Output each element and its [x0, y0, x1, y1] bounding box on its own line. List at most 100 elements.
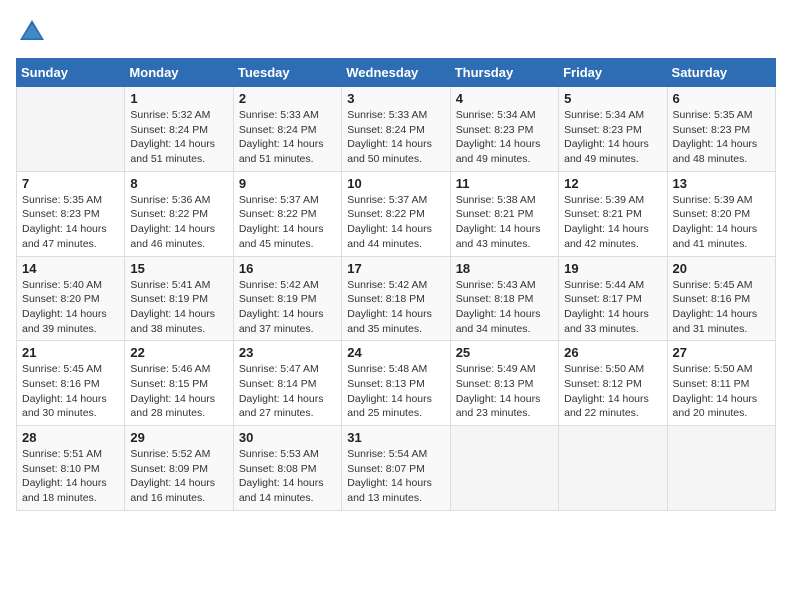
calendar-day-cell: 30 Sunrise: 5:53 AM Sunset: 8:08 PM Dayli… [233, 426, 341, 511]
calendar-week-row: 7Sunrise: 5:35 AM Sunset: 8:23 PM Daylig… [17, 171, 776, 256]
day-info: Sunrise: 5:53 AM Sunset: 8:08 PM Dayligh… [239, 447, 336, 506]
day-info: Sunrise: 5:33 AM Sunset: 8:24 PM Dayligh… [239, 108, 336, 167]
day-number: 26 [564, 345, 661, 360]
day-number: 12 [564, 176, 661, 191]
day-number: 22 [130, 345, 227, 360]
weekday-header-row: SundayMondayTuesdayWednesdayThursdayFrid… [17, 59, 776, 87]
day-number: 6 [673, 91, 770, 106]
calendar-day-cell: 18 Sunrise: 5:43 AM Sunset: 8:18 PM Dayli… [450, 256, 558, 341]
calendar-day-cell: 13Sunrise: 5:39 AM Sunset: 8:20 PM Dayli… [667, 171, 775, 256]
calendar-day-cell: 23 Sunrise: 5:47 AM Sunset: 8:14 PM Dayli… [233, 341, 341, 426]
day-info: Sunrise: 5:46 AM Sunset: 8:15 PM Dayligh… [130, 362, 227, 421]
calendar-day-cell: 19 Sunrise: 5:44 AM Sunset: 8:17 PM Dayli… [559, 256, 667, 341]
calendar-day-cell: 17 Sunrise: 5:42 AM Sunset: 8:18 PM Dayli… [342, 256, 450, 341]
weekday-header-cell: Tuesday [233, 59, 341, 87]
day-number: 1 [130, 91, 227, 106]
day-info: Sunrise: 5:37 AM Sunset: 8:22 PM Dayligh… [347, 193, 444, 252]
day-info: Sunrise: 5:34 AM Sunset: 8:23 PM Dayligh… [456, 108, 553, 167]
weekday-header-cell: Sunday [17, 59, 125, 87]
day-info: Sunrise: 5:50 AM Sunset: 8:12 PM Dayligh… [564, 362, 661, 421]
calendar-week-row: 21 Sunrise: 5:45 AM Sunset: 8:16 PM Dayli… [17, 341, 776, 426]
calendar-day-cell: 6 Sunrise: 5:35 AM Sunset: 8:23 PM Daylig… [667, 87, 775, 172]
day-number: 10 [347, 176, 444, 191]
calendar-day-cell: 15 Sunrise: 5:41 AM Sunset: 8:19 PM Dayli… [125, 256, 233, 341]
day-number: 4 [456, 91, 553, 106]
day-info: Sunrise: 5:50 AM Sunset: 8:11 PM Dayligh… [673, 362, 770, 421]
day-number: 15 [130, 261, 227, 276]
day-info: Sunrise: 5:44 AM Sunset: 8:17 PM Dayligh… [564, 278, 661, 337]
day-info: Sunrise: 5:42 AM Sunset: 8:18 PM Dayligh… [347, 278, 444, 337]
day-number: 21 [22, 345, 119, 360]
calendar-table: SundayMondayTuesdayWednesdayThursdayFrid… [16, 58, 776, 511]
day-number: 8 [130, 176, 227, 191]
day-info: Sunrise: 5:33 AM Sunset: 8:24 PM Dayligh… [347, 108, 444, 167]
calendar-day-cell: 28 Sunrise: 5:51 AM Sunset: 8:10 PM Dayli… [17, 426, 125, 511]
day-number: 3 [347, 91, 444, 106]
day-info: Sunrise: 5:38 AM Sunset: 8:21 PM Dayligh… [456, 193, 553, 252]
calendar-day-cell: 27 Sunrise: 5:50 AM Sunset: 8:11 PM Dayli… [667, 341, 775, 426]
day-info: Sunrise: 5:48 AM Sunset: 8:13 PM Dayligh… [347, 362, 444, 421]
day-number: 13 [673, 176, 770, 191]
day-info: Sunrise: 5:51 AM Sunset: 8:10 PM Dayligh… [22, 447, 119, 506]
calendar-week-row: 14Sunrise: 5:40 AM Sunset: 8:20 PM Dayli… [17, 256, 776, 341]
weekday-header-cell: Monday [125, 59, 233, 87]
calendar-day-cell: 3 Sunrise: 5:33 AM Sunset: 8:24 PM Daylig… [342, 87, 450, 172]
day-info: Sunrise: 5:45 AM Sunset: 8:16 PM Dayligh… [22, 362, 119, 421]
day-number: 27 [673, 345, 770, 360]
calendar-day-cell: 26 Sunrise: 5:50 AM Sunset: 8:12 PM Dayli… [559, 341, 667, 426]
calendar-day-cell: 1Sunrise: 5:32 AM Sunset: 8:24 PM Daylig… [125, 87, 233, 172]
calendar-day-cell: 22 Sunrise: 5:46 AM Sunset: 8:15 PM Dayli… [125, 341, 233, 426]
day-number: 16 [239, 261, 336, 276]
day-info: Sunrise: 5:35 AM Sunset: 8:23 PM Dayligh… [22, 193, 119, 252]
calendar-day-cell: 29 Sunrise: 5:52 AM Sunset: 8:09 PM Dayli… [125, 426, 233, 511]
day-info: Sunrise: 5:41 AM Sunset: 8:19 PM Dayligh… [130, 278, 227, 337]
day-number: 5 [564, 91, 661, 106]
day-number: 28 [22, 430, 119, 445]
calendar-day-cell: 11 Sunrise: 5:38 AM Sunset: 8:21 PM Dayli… [450, 171, 558, 256]
day-info: Sunrise: 5:47 AM Sunset: 8:14 PM Dayligh… [239, 362, 336, 421]
day-info: Sunrise: 5:52 AM Sunset: 8:09 PM Dayligh… [130, 447, 227, 506]
calendar-day-cell: 25 Sunrise: 5:49 AM Sunset: 8:13 PM Dayli… [450, 341, 558, 426]
calendar-day-cell: 31Sunrise: 5:54 AM Sunset: 8:07 PM Dayli… [342, 426, 450, 511]
day-info: Sunrise: 5:34 AM Sunset: 8:23 PM Dayligh… [564, 108, 661, 167]
calendar-week-row: 28 Sunrise: 5:51 AM Sunset: 8:10 PM Dayli… [17, 426, 776, 511]
day-number: 20 [673, 261, 770, 276]
day-number: 18 [456, 261, 553, 276]
day-info: Sunrise: 5:36 AM Sunset: 8:22 PM Dayligh… [130, 193, 227, 252]
weekday-header-cell: Saturday [667, 59, 775, 87]
weekday-header-cell: Wednesday [342, 59, 450, 87]
calendar-day-cell [17, 87, 125, 172]
day-info: Sunrise: 5:35 AM Sunset: 8:23 PM Dayligh… [673, 108, 770, 167]
calendar-day-cell: 8 Sunrise: 5:36 AM Sunset: 8:22 PM Daylig… [125, 171, 233, 256]
day-number: 31 [347, 430, 444, 445]
day-number: 25 [456, 345, 553, 360]
calendar-day-cell: 21 Sunrise: 5:45 AM Sunset: 8:16 PM Dayli… [17, 341, 125, 426]
day-number: 24 [347, 345, 444, 360]
day-number: 23 [239, 345, 336, 360]
day-number: 19 [564, 261, 661, 276]
weekday-header-cell: Friday [559, 59, 667, 87]
day-info: Sunrise: 5:49 AM Sunset: 8:13 PM Dayligh… [456, 362, 553, 421]
calendar-day-cell: 2 Sunrise: 5:33 AM Sunset: 8:24 PM Daylig… [233, 87, 341, 172]
calendar-day-cell: 5 Sunrise: 5:34 AM Sunset: 8:23 PM Daylig… [559, 87, 667, 172]
logo-icon [16, 16, 48, 48]
day-info: Sunrise: 5:45 AM Sunset: 8:16 PM Dayligh… [673, 278, 770, 337]
calendar-day-cell: 7Sunrise: 5:35 AM Sunset: 8:23 PM Daylig… [17, 171, 125, 256]
calendar-day-cell: 4 Sunrise: 5:34 AM Sunset: 8:23 PM Daylig… [450, 87, 558, 172]
calendar-day-cell [667, 426, 775, 511]
weekday-header-cell: Thursday [450, 59, 558, 87]
day-info: Sunrise: 5:39 AM Sunset: 8:21 PM Dayligh… [564, 193, 661, 252]
day-number: 14 [22, 261, 119, 276]
day-number: 2 [239, 91, 336, 106]
calendar-day-cell: 14Sunrise: 5:40 AM Sunset: 8:20 PM Dayli… [17, 256, 125, 341]
calendar-week-row: 1Sunrise: 5:32 AM Sunset: 8:24 PM Daylig… [17, 87, 776, 172]
day-number: 17 [347, 261, 444, 276]
day-number: 30 [239, 430, 336, 445]
header [16, 16, 776, 48]
day-number: 29 [130, 430, 227, 445]
day-number: 11 [456, 176, 553, 191]
calendar-day-cell: 20 Sunrise: 5:45 AM Sunset: 8:16 PM Dayli… [667, 256, 775, 341]
day-info: Sunrise: 5:43 AM Sunset: 8:18 PM Dayligh… [456, 278, 553, 337]
calendar-day-cell: 12 Sunrise: 5:39 AM Sunset: 8:21 PM Dayli… [559, 171, 667, 256]
calendar-day-cell: 24 Sunrise: 5:48 AM Sunset: 8:13 PM Dayli… [342, 341, 450, 426]
